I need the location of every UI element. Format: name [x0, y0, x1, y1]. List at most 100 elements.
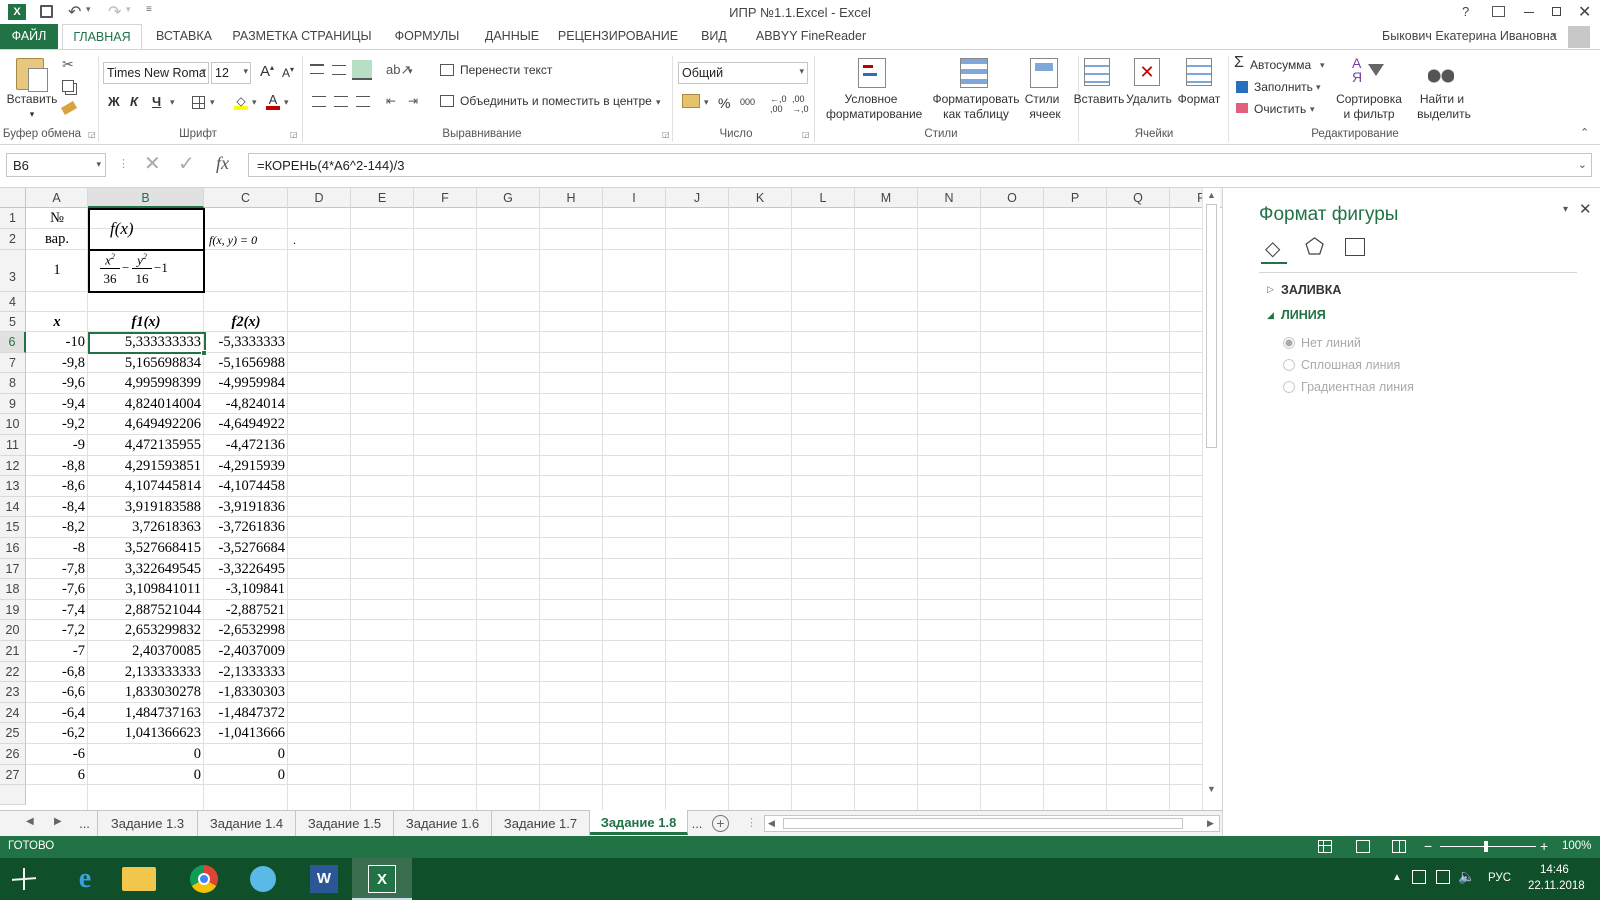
row-header[interactable]: 8	[0, 373, 26, 394]
cell-x[interactable]: -8	[26, 538, 88, 559]
cell-f2[interactable]: -4,9959984	[204, 373, 288, 394]
tab-home[interactable]: ГЛАВНАЯ	[62, 24, 142, 50]
column-header[interactable]: M	[855, 188, 918, 208]
cell-f2[interactable]: -1,0413666	[204, 723, 288, 744]
font-color-icon[interactable]: A	[266, 92, 280, 110]
cell-f2[interactable]: -3,5276684	[204, 538, 288, 559]
column-header[interactable]: I	[603, 188, 666, 208]
increase-decimal-icon[interactable]: ←,0,00	[770, 94, 787, 114]
column-header[interactable]: L	[792, 188, 855, 208]
insert-cells-button[interactable]: Вставить	[1072, 92, 1126, 107]
cell-f1[interactable]: 5,165698834	[88, 353, 204, 374]
cell-x[interactable]: -6,6	[26, 682, 88, 703]
spreadsheet-grid[interactable]: ABCDEFGHIJKLMNOPQF 1 2 3 4 5 6 7 8 9 10 11 12 13 14 15…	[0, 188, 1222, 810]
merge-center-icon[interactable]	[440, 95, 454, 107]
format-as-table-button-line1[interactable]: Форматировать	[926, 92, 1026, 107]
row-header-partial[interactable]	[0, 785, 26, 806]
page-break-view-icon[interactable]	[1392, 840, 1406, 853]
cell-f1[interactable]: 0	[88, 765, 204, 786]
cell-f2[interactable]: -1,4847372	[204, 703, 288, 724]
help-button[interactable]: ?	[1462, 4, 1469, 19]
sheet-tab-1-7[interactable]: Задание 1.7	[492, 811, 590, 836]
horizontal-scrollbar[interactable]: ◀ ▶	[764, 815, 1220, 832]
align-top-icon[interactable]	[310, 64, 324, 74]
cell-f1[interactable]: 1,484737163	[88, 703, 204, 724]
cell-f1[interactable]: 3,527668415	[88, 538, 204, 559]
cell-f2[interactable]: -3,7261836	[204, 517, 288, 538]
column-header[interactable]: Q	[1107, 188, 1170, 208]
excel-taskbar-icon[interactable]: X	[368, 865, 396, 893]
cell-f2[interactable]: -2,4037009	[204, 641, 288, 662]
fill-down-icon[interactable]	[1236, 81, 1248, 93]
font-size-select[interactable]: 12 ▾	[211, 62, 251, 84]
alignment-launcher-icon[interactable]: ◲	[662, 130, 670, 139]
currency-dropdown-icon[interactable]: ▾	[704, 97, 709, 108]
gradient-line-radio[interactable]	[1283, 381, 1295, 393]
column-header[interactable]: E	[351, 188, 414, 208]
row-header[interactable]: 19	[0, 599, 26, 621]
word-icon[interactable]: W	[310, 865, 338, 893]
cell-x[interactable]: -8,8	[26, 456, 88, 477]
number-launcher-icon[interactable]: ◲	[802, 130, 810, 139]
cell-a3[interactable]: 1	[26, 250, 88, 292]
cell-f2[interactable]: -5,3333333	[204, 332, 288, 353]
sheet-tab-more-right[interactable]: ...	[686, 811, 708, 836]
size-properties-icon[interactable]	[1345, 238, 1365, 256]
underline-dropdown-icon[interactable]: ▾	[170, 97, 175, 108]
fill-button[interactable]: Заполнить	[1254, 80, 1313, 95]
column-header[interactable]: C	[204, 188, 288, 208]
cell-f2[interactable]: -3,109841	[204, 579, 288, 600]
column-header[interactable]: O	[981, 188, 1044, 208]
format-as-table-button-line2[interactable]: как таблицу	[926, 107, 1026, 122]
tab-formulas[interactable]: ФОРМУЛЫ	[386, 24, 468, 49]
autosum-dropdown-icon[interactable]: ▾	[1320, 60, 1325, 71]
cell-f2[interactable]: -4,2915939	[204, 456, 288, 477]
row-header[interactable]: 25	[0, 723, 26, 744]
cell-x[interactable]: -9,6	[26, 373, 88, 394]
decrease-indent-icon[interactable]: ⇤	[386, 94, 396, 108]
user-dropdown-icon[interactable]: ▾	[1552, 30, 1557, 41]
tab-abbyy[interactable]: ABBYY FineReader 12	[748, 24, 874, 68]
row-header[interactable]: 16	[0, 538, 26, 559]
copy-icon[interactable]	[62, 80, 74, 92]
collapse-ribbon-icon[interactable]: ⌃	[1580, 126, 1589, 139]
decrease-decimal-icon[interactable]: ,00 →,0	[792, 94, 809, 114]
clear-dropdown-icon[interactable]: ▾	[1310, 104, 1315, 115]
find-select-line1[interactable]: Найти и	[1410, 92, 1474, 107]
font-launcher-icon[interactable]: ◲	[290, 130, 298, 139]
insert-cells-icon[interactable]	[1084, 58, 1110, 86]
paste-dropdown-icon[interactable]: ▾	[2, 107, 62, 122]
cell-f2[interactable]: -4,472136	[204, 435, 288, 456]
column-header[interactable]: G	[477, 188, 540, 208]
cell-f2[interactable]: -4,824014	[204, 394, 288, 415]
pane-options-icon[interactable]: ▾	[1563, 204, 1568, 215]
app-icon-blue[interactable]	[250, 866, 276, 892]
cell-f1[interactable]: 2,40370085	[88, 641, 204, 662]
solid-line-radio[interactable]	[1283, 359, 1295, 371]
cell-x[interactable]: -7,2	[26, 620, 88, 641]
cell-a5[interactable]: x	[26, 312, 88, 332]
sheet-tab-more-left[interactable]: ...	[72, 811, 98, 836]
select-all-corner[interactable]	[0, 188, 26, 208]
cell-f1[interactable]: 3,322649545	[88, 559, 204, 580]
cell-x[interactable]: -8,2	[26, 517, 88, 538]
fill-handle[interactable]	[201, 350, 207, 356]
tab-review[interactable]: РЕЦЕНЗИРОВАНИЕ	[556, 24, 680, 49]
find-select-line2[interactable]: выделить	[1408, 107, 1480, 122]
row-header[interactable]: 3	[0, 250, 26, 292]
wrap-text-icon[interactable]	[440, 64, 454, 76]
cell-styles-icon[interactable]	[1030, 58, 1058, 88]
font-name-select[interactable]: Times New Roma ▾	[103, 62, 209, 84]
delete-cells-icon[interactable]: ✕	[1134, 58, 1160, 86]
chrome-icon[interactable]	[190, 865, 218, 893]
row-header[interactable]: 18	[0, 579, 26, 600]
row-header[interactable]: 13	[0, 476, 26, 497]
cell-x[interactable]: -6	[26, 744, 88, 765]
cell-x[interactable]: -7	[26, 641, 88, 662]
cell-f1[interactable]: 4,995998399	[88, 373, 204, 394]
tray-time[interactable]: 14:46	[1540, 864, 1569, 876]
merge-center-button[interactable]: Объединить и поместить в центре	[460, 94, 652, 109]
sort-filter-line2[interactable]: и фильтр	[1334, 107, 1404, 122]
sheet-tab-1-3[interactable]: Задание 1.3	[98, 811, 198, 836]
cell-x[interactable]: -6,4	[26, 703, 88, 724]
